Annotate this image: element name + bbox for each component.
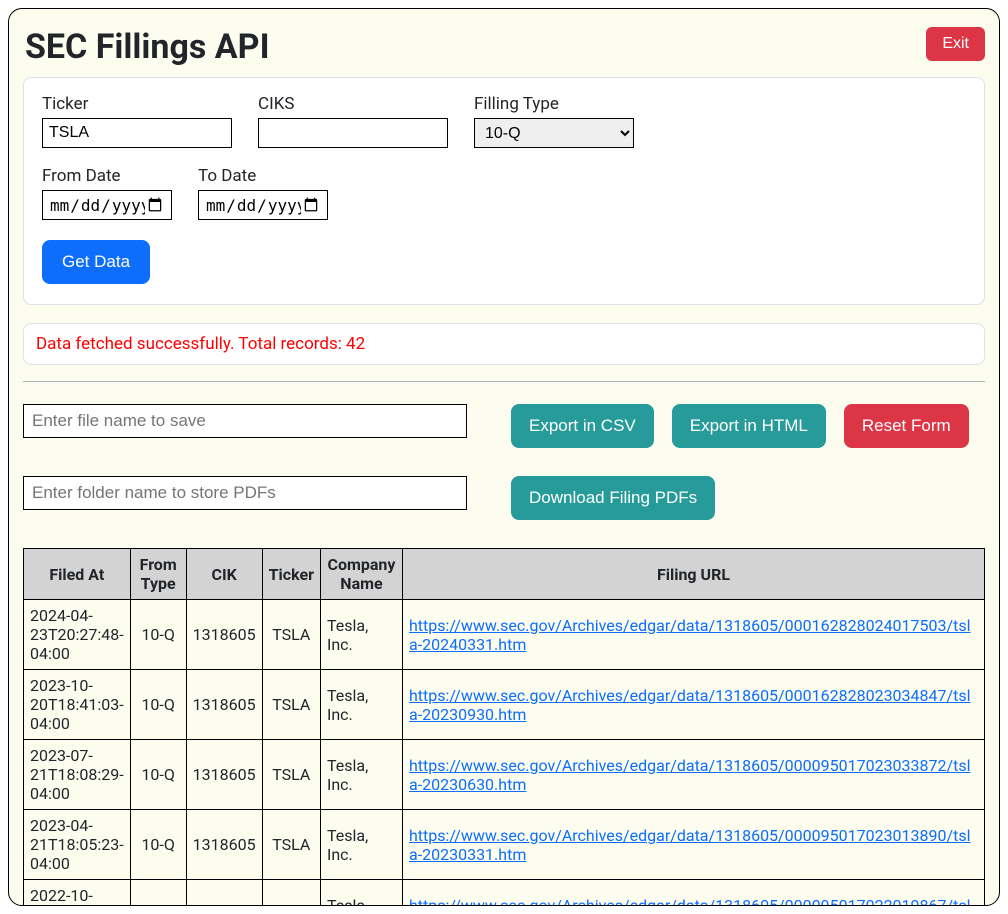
cell-from-type: 10-Q	[130, 740, 186, 810]
cell-cik: 1318605	[186, 740, 262, 810]
cell-filing-url: https://www.sec.gov/Archives/edgar/data/…	[402, 810, 984, 880]
filling-type-field: Filling Type 10-Q	[474, 94, 634, 148]
export-row-1: Export in CSV Export in HTML Reset Form	[23, 404, 985, 448]
from-date-label: From Date	[42, 166, 172, 186]
cell-filing-url: https://www.sec.gov/Archives/edgar/data/…	[402, 670, 984, 740]
cell-cik: 1318605	[186, 880, 262, 907]
search-form-card: Ticker CIKS Filling Type 10-Q From Date …	[23, 77, 985, 305]
foldername-input[interactable]	[23, 476, 467, 510]
cell-filed-at: 2023-07-21T18:08:29-04:00	[24, 740, 131, 810]
to-date-label: To Date	[198, 166, 328, 186]
results-table: Filed At From Type CIK Ticker Company Na…	[23, 548, 985, 906]
get-data-button[interactable]: Get Data	[42, 240, 150, 284]
from-date-input[interactable]	[42, 190, 172, 220]
filing-url-link[interactable]: https://www.sec.gov/Archives/edgar/data/…	[409, 686, 971, 724]
filing-url-link[interactable]: https://www.sec.gov/Archives/edgar/data/…	[409, 826, 971, 864]
cell-company-name: Tesla, Inc.	[320, 740, 402, 810]
table-header-row: Filed At From Type CIK Ticker Company Na…	[24, 549, 985, 600]
th-cik: CIK	[186, 549, 262, 600]
cell-filing-url: https://www.sec.gov/Archives/edgar/data/…	[402, 740, 984, 810]
exit-button[interactable]: Exit	[926, 27, 985, 61]
cell-filing-url: https://www.sec.gov/Archives/edgar/data/…	[402, 880, 984, 907]
th-from-type: From Type	[130, 549, 186, 600]
table-row: 2022-10-24T06:08:50-04:0010-Q1318605TSLA…	[24, 880, 985, 907]
cell-ticker: TSLA	[262, 740, 320, 810]
cell-cik: 1318605	[186, 600, 262, 670]
ciks-field: CIKS	[258, 94, 448, 148]
results-table-scroll[interactable]: Filed At From Type CIK Ticker Company Na…	[23, 548, 985, 906]
table-row: 2023-10-20T18:41:03-04:0010-Q1318605TSLA…	[24, 670, 985, 740]
ciks-label: CIKS	[258, 94, 448, 114]
reset-form-button[interactable]: Reset Form	[844, 404, 969, 448]
cell-from-type: 10-Q	[130, 600, 186, 670]
cell-ticker: TSLA	[262, 810, 320, 880]
table-row: 2024-04-23T20:27:48-04:0010-Q1318605TSLA…	[24, 600, 985, 670]
cell-company-name: Tesla, Inc.	[320, 810, 402, 880]
ticker-input[interactable]	[42, 118, 232, 148]
filing-url-link[interactable]: https://www.sec.gov/Archives/edgar/data/…	[409, 756, 971, 794]
cell-cik: 1318605	[186, 670, 262, 740]
header-row: SEC Fillings API Exit	[23, 23, 985, 77]
th-company-name: Company Name	[320, 549, 402, 600]
export-html-button[interactable]: Export in HTML	[672, 404, 826, 448]
cell-company-name: Tesla, Inc.	[320, 880, 402, 907]
cell-from-type: 10-Q	[130, 810, 186, 880]
cell-filed-at: 2023-04-21T18:05:23-04:00	[24, 810, 131, 880]
ciks-input[interactable]	[258, 118, 448, 148]
cell-ticker: TSLA	[262, 670, 320, 740]
cell-company-name: Tesla, Inc.	[320, 600, 402, 670]
filling-type-label: Filling Type	[474, 94, 634, 114]
export-csv-button[interactable]: Export in CSV	[511, 404, 654, 448]
table-row: 2023-04-21T18:05:23-04:0010-Q1318605TSLA…	[24, 810, 985, 880]
export-row-2: Download Filing PDFs	[23, 476, 985, 520]
table-row: 2023-07-21T18:08:29-04:0010-Q1318605TSLA…	[24, 740, 985, 810]
cell-filing-url: https://www.sec.gov/Archives/edgar/data/…	[402, 600, 984, 670]
status-text: Data fetched successfully. Total records…	[36, 334, 365, 354]
cell-ticker: TSLA	[262, 880, 320, 907]
cell-filed-at: 2022-10-24T06:08:50-04:00	[24, 880, 131, 907]
cell-ticker: TSLA	[262, 600, 320, 670]
cell-from-type: 10-Q	[130, 880, 186, 907]
to-date-field: To Date	[198, 166, 328, 220]
filing-url-link[interactable]: https://www.sec.gov/Archives/edgar/data/…	[409, 896, 971, 907]
separator	[23, 381, 985, 382]
ticker-label: Ticker	[42, 94, 232, 114]
th-filing-url: Filing URL	[402, 549, 984, 600]
cell-filed-at: 2024-04-23T20:27:48-04:00	[24, 600, 131, 670]
table-body: 2024-04-23T20:27:48-04:0010-Q1318605TSLA…	[24, 600, 985, 907]
status-card: Data fetched successfully. Total records…	[23, 323, 985, 365]
form-row-1: Ticker CIKS Filling Type 10-Q	[42, 94, 966, 148]
filling-type-select[interactable]: 10-Q	[474, 118, 634, 148]
page-title: SEC Fillings API	[25, 27, 270, 67]
th-ticker: Ticker	[262, 549, 320, 600]
cell-company-name: Tesla, Inc.	[320, 670, 402, 740]
cell-cik: 1318605	[186, 810, 262, 880]
filename-input[interactable]	[23, 404, 467, 438]
from-date-field: From Date	[42, 166, 172, 220]
filing-url-link[interactable]: https://www.sec.gov/Archives/edgar/data/…	[409, 616, 971, 654]
main-card: SEC Fillings API Exit Ticker CIKS Fillin…	[8, 8, 1000, 906]
th-filed-at: Filed At	[24, 549, 131, 600]
form-row-2: From Date To Date	[42, 166, 966, 220]
cell-filed-at: 2023-10-20T18:41:03-04:00	[24, 670, 131, 740]
cell-from-type: 10-Q	[130, 670, 186, 740]
ticker-field: Ticker	[42, 94, 232, 148]
to-date-input[interactable]	[198, 190, 328, 220]
download-pdfs-button[interactable]: Download Filing PDFs	[511, 476, 715, 520]
